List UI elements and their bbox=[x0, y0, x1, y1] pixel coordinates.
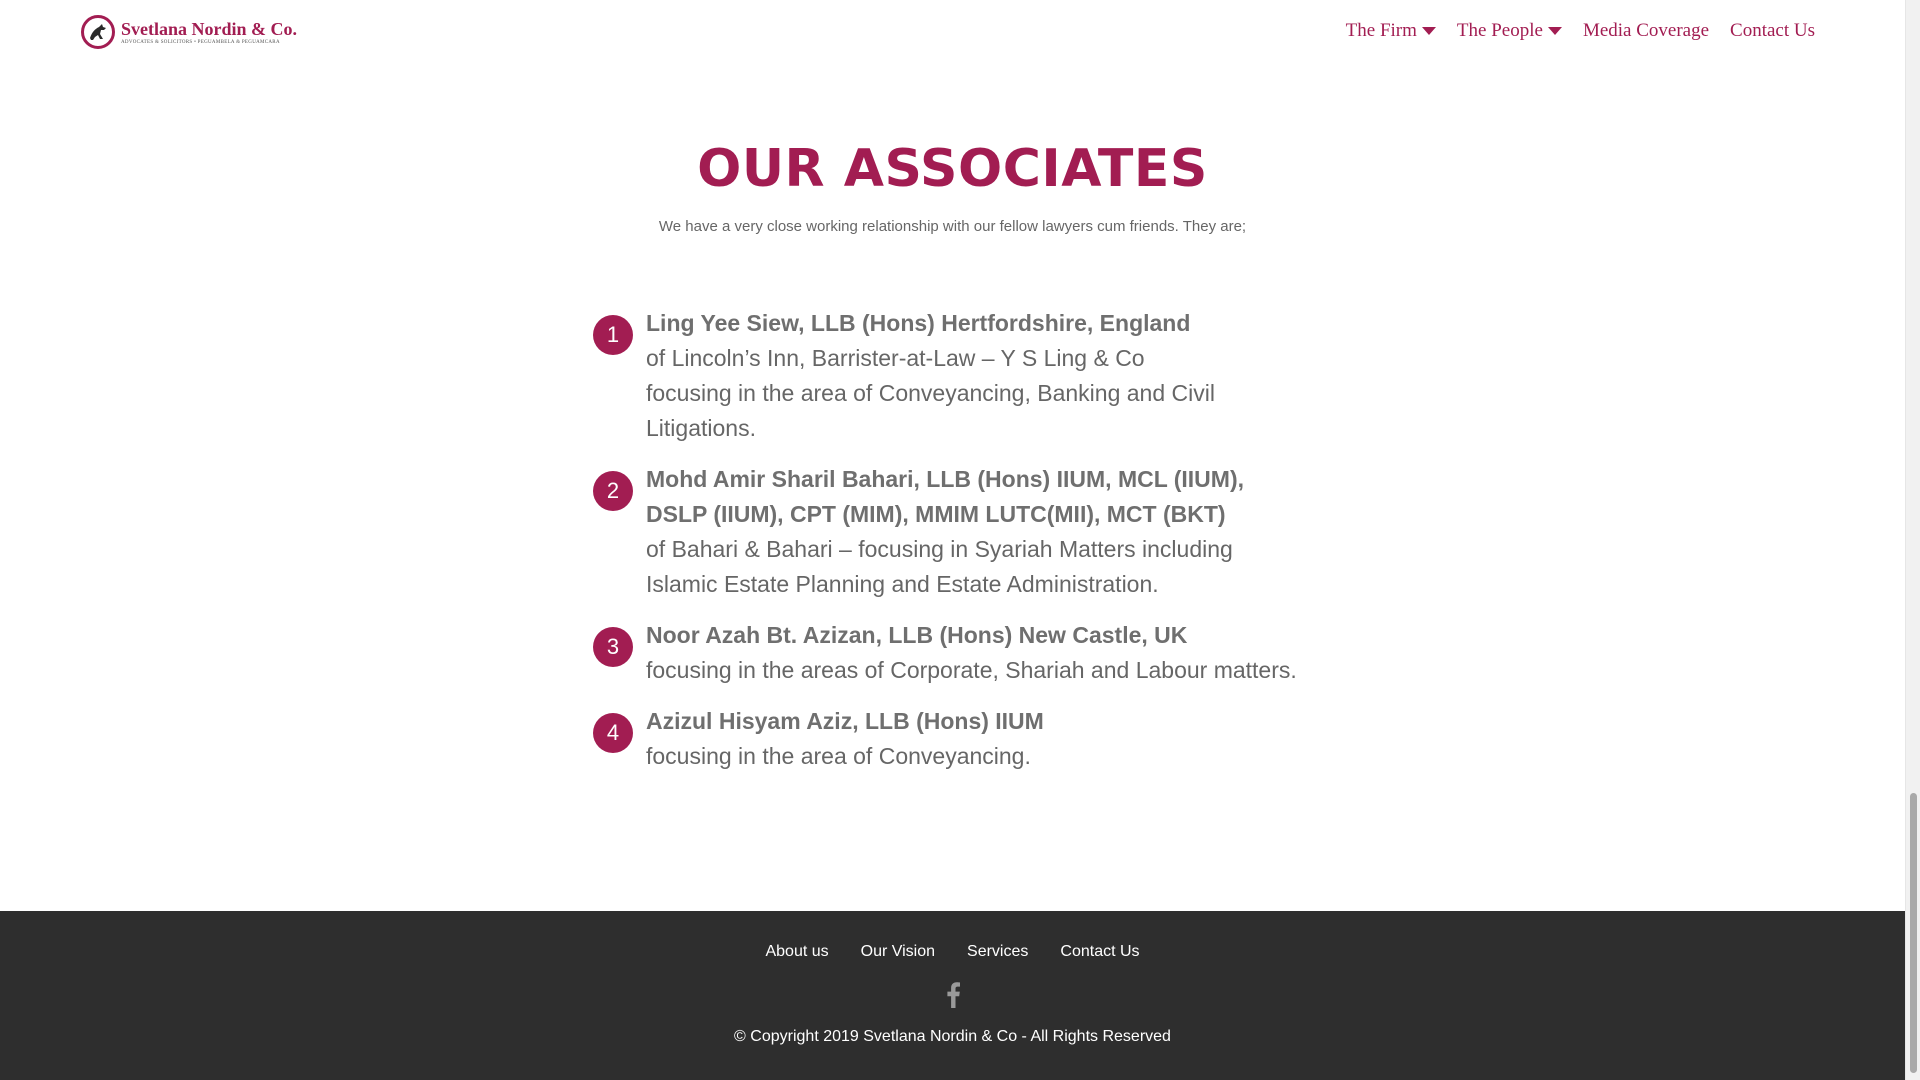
nav-item-the-people[interactable]: The People bbox=[1457, 20, 1562, 42]
associate-name: Mohd Amir Sharil Bahari, LLB (Hons) IIUM… bbox=[646, 466, 1244, 527]
nav-label: Contact Us bbox=[1730, 20, 1815, 41]
associate-name: Noor Azah Bt. Azizan, LLB (Hons) New Cas… bbox=[646, 622, 1188, 648]
list-item: 2 Mohd Amir Sharil Bahari, LLB (Hons) II… bbox=[593, 462, 1313, 602]
page-scrollbar[interactable] bbox=[1905, 0, 1920, 1080]
associate-detail: focusing in the areas of Corporate, Shar… bbox=[646, 657, 1297, 683]
logo-subtitle: ADVOCATES & SOLICITORS • PEGUAMBELA & PE… bbox=[121, 39, 280, 45]
copyright-text: © Copyright 2019 Svetlana Nordin & Co - … bbox=[734, 1028, 1171, 1045]
footer-link-our-vision[interactable]: Our Vision bbox=[861, 943, 935, 961]
footer-link-about-us[interactable]: About us bbox=[765, 943, 828, 961]
caret-down-icon bbox=[1547, 27, 1562, 35]
page-title: OUR ASSOCIATES bbox=[697, 139, 1208, 199]
list-item: 3 Noor Azah Bt. Azizan, LLB (Hons) New C… bbox=[593, 618, 1313, 688]
footer-link-services[interactable]: Services bbox=[967, 943, 1028, 961]
nav-label: Media Coverage bbox=[1582, 20, 1710, 41]
nav-item-contact-us[interactable]: Contact Us bbox=[1730, 20, 1815, 42]
page-subtitle: We have a very close working relationshi… bbox=[658, 218, 1247, 235]
main-nav: The Firm The People Media Coverage Conta… bbox=[1325, 20, 1815, 42]
number-badge: 1 bbox=[593, 315, 633, 355]
firm-logo[interactable]: Svetlana Nordin & Co. ADVOCATES & SOLICI… bbox=[81, 12, 301, 52]
associates-section: OUR ASSOCIATES We have a very close work… bbox=[0, 66, 1905, 911]
associate-detail: focusing in the area of Conveyancing. bbox=[646, 743, 1031, 769]
site-header: Svetlana Nordin & Co. ADVOCATES & SOLICI… bbox=[0, 0, 1905, 66]
list-item: 4 Azizul Hisyam Aziz, LLB (Hons) IIUM fo… bbox=[593, 704, 1313, 774]
list-item: 1 Ling Yee Siew, LLB (Hons) Hertfordshir… bbox=[593, 306, 1313, 446]
number-badge: 2 bbox=[593, 471, 633, 511]
footer-link-contact-us[interactable]: Contact Us bbox=[1060, 943, 1139, 961]
nav-item-media-coverage[interactable]: Media Coverage bbox=[1583, 20, 1709, 42]
associate-name: Ling Yee Siew, LLB (Hons) Hertfordshire,… bbox=[646, 310, 1191, 336]
number-badge: 3 bbox=[593, 627, 633, 667]
associate-detail: of Bahari & Bahari – focusing in Syariah… bbox=[646, 536, 1233, 597]
nav-label: The People bbox=[1456, 20, 1543, 41]
caret-down-icon bbox=[1421, 27, 1436, 35]
site-footer: About us Our Vision Services Contact Us … bbox=[0, 911, 1905, 1080]
associate-detail: of Lincoln’s Inn, Barrister-at-Law – Y S… bbox=[646, 345, 1145, 371]
associate-detail: focusing in the area of Conveyancing, Ba… bbox=[646, 380, 1215, 441]
logo-name: Svetlana Nordin & Co. bbox=[121, 18, 298, 39]
horse-emblem-icon bbox=[81, 15, 115, 49]
scrollbar-thumb[interactable] bbox=[1910, 793, 1917, 1073]
number-badge: 4 bbox=[593, 713, 633, 753]
nav-label: The Firm bbox=[1345, 20, 1417, 41]
facebook-icon[interactable] bbox=[945, 982, 961, 1008]
associate-name: Azizul Hisyam Aziz, LLB (Hons) IIUM bbox=[646, 708, 1044, 734]
associates-list: 1 Ling Yee Siew, LLB (Hons) Hertfordshir… bbox=[593, 306, 1313, 790]
footer-nav: About us Our Vision Services Contact Us bbox=[0, 943, 1905, 961]
nav-item-the-firm[interactable]: The Firm bbox=[1346, 20, 1436, 42]
